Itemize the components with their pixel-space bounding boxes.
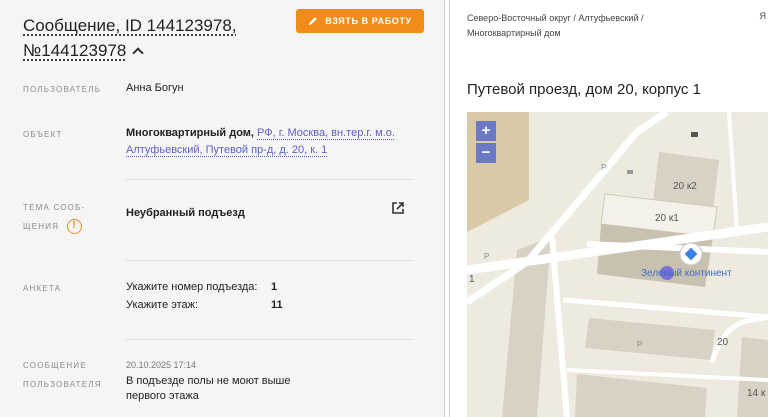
message-panel: Сообщение, ID 144123978, №144123978 ВЗЯТ… (0, 0, 444, 417)
map-label-building: 20 (717, 337, 729, 348)
message-title[interactable]: Сообщение, ID 144123978, №144123978 (23, 13, 283, 63)
map-poi-icon (691, 132, 698, 137)
topic-value: Неубранный подъезд (126, 207, 245, 219)
user-message-text: В подъезде полы не моют выше первого эта… (126, 375, 291, 402)
survey-question: Укажите номер подъезда: (126, 281, 258, 293)
map-parking-label: P (601, 163, 606, 172)
external-link-icon[interactable] (391, 201, 405, 215)
user-message-label: СООБЩЕНИЕ ПОЛЬЗОВАТЕЛЯ (23, 356, 113, 394)
divider (126, 260, 413, 261)
user-message-date: 20.10.2025 17:14 (126, 360, 197, 370)
survey-label: АНКЕТА (23, 284, 62, 293)
object-type: Многоквартирный дом, (126, 127, 254, 139)
map-poi-icon (627, 170, 633, 174)
map-label-building: 20 к1 (655, 213, 679, 224)
map-label-building: 14 к (747, 388, 766, 399)
map-location-pin[interactable] (679, 242, 703, 266)
map-parking-label: P (637, 340, 642, 349)
take-to-work-label: ВЗЯТЬ В РАБОТУ (325, 16, 412, 26)
take-to-work-button[interactable]: ВЗЯТЬ В РАБОТУ (296, 9, 424, 33)
message-title-line1: Сообщение, ID 144123978, (23, 16, 237, 35)
topic-row: ТЕМА СООБ- ЩЕНИЯ! Неубранный подъезд (23, 198, 413, 238)
topic-label: ТЕМА СООБ- ЩЕНИЯ! (23, 198, 113, 236)
user-label: ПОЛЬЗОВАТЕЛЬ (23, 85, 102, 94)
warning-icon: ! (67, 219, 83, 235)
object-row: ОБЪЕКТ Многоквартирный дом, РФ, г. Москв… (23, 125, 413, 165)
breadcrumb: Северо-Восточный округ / Алтуфьевский / … (467, 13, 644, 38)
map-parking-label: P (484, 252, 489, 261)
map[interactable]: 20 к2 20 к1 Зеленый континент 20 14 к P … (467, 112, 768, 417)
message-title-line2: №144123978 (23, 41, 127, 60)
map-canvas[interactable]: 20 к2 20 к1 Зеленый континент 20 14 к P … (467, 112, 768, 417)
map-zoom-controls: + − (476, 121, 496, 163)
map-label-building: 20 к2 (673, 181, 697, 192)
object-label: ОБЪЕКТ (23, 130, 63, 139)
survey-question: Укажите этаж: (126, 299, 199, 311)
user-message-label-line2: ПОЛЬЗОВАТЕЛЯ (23, 380, 102, 389)
survey-answer: 11 (271, 299, 283, 311)
topic-label-line1: ТЕМА СООБ- (23, 203, 86, 212)
survey-answers: Укажите номер подъезда: 1 Укажите этаж: … (126, 279, 301, 313)
object-address-title: Путевой проезд, дом 20, корпус 1 (467, 81, 701, 98)
map-label-poi: Зеленый континент (641, 268, 732, 279)
object-value: Многоквартирный дом, РФ, г. Москва, вн.т… (126, 125, 406, 159)
user-row: ПОЛЬЗОВАТЕЛЬ Анна Богун (23, 80, 413, 100)
divider (126, 339, 413, 340)
user-value: Анна Богун (126, 82, 184, 94)
zoom-in-button[interactable]: + (476, 121, 496, 141)
object-panel: Северо-Восточный округ / Алтуфьевский / … (450, 0, 768, 417)
user-message-label-line1: СООБЩЕНИЕ (23, 361, 87, 370)
user-message-value: 20.10.2025 17:14 В подъезде полы не моют… (126, 356, 326, 404)
pencil-icon (309, 17, 317, 25)
divider (126, 179, 413, 180)
corner-text: Я (759, 11, 767, 21)
map-label-edge: 1 (469, 274, 475, 285)
topic-label-line2: ЩЕНИЯ (23, 222, 60, 231)
zoom-out-button[interactable]: − (476, 143, 496, 163)
survey-answer: 1 (271, 281, 278, 293)
chevron-up-icon[interactable] (132, 47, 144, 59)
survey-row: АНКЕТА Укажите номер подъезда: 1 Укажите… (23, 279, 413, 319)
user-message-row: СООБЩЕНИЕ ПОЛЬЗОВАТЕЛЯ 20.10.2025 17:14 … (23, 356, 413, 416)
